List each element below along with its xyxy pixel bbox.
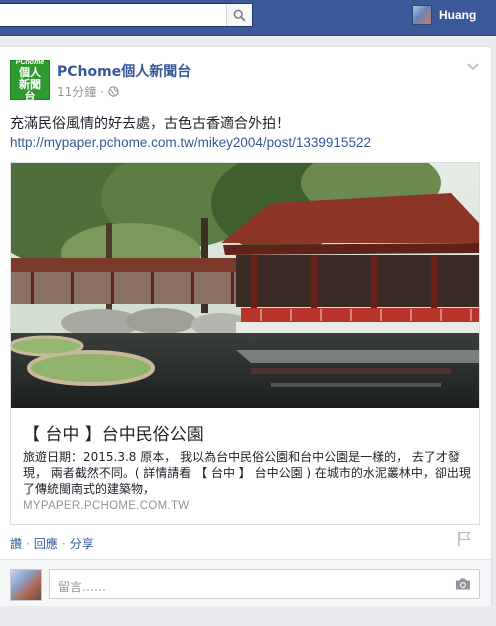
top-navigation-bar: Huang [0, 0, 496, 36]
like-button[interactable]: 讚 [10, 535, 22, 552]
preview-domain: MYPAPER.PCHOME.COM.TW [23, 500, 190, 512]
post-meta: 11分鐘 · [57, 83, 119, 100]
link-preview[interactable]: 【 台中 】台中民俗公園 旅遊日期：2015.3.8 原本， 我以為台中民俗公園… [10, 162, 480, 525]
chevron-down-icon[interactable] [467, 63, 479, 71]
flag-icon[interactable] [457, 531, 471, 547]
post-timestamp[interactable]: 11分鐘 [57, 83, 96, 100]
profile-link[interactable]: Huang [412, 4, 476, 26]
post-actions: 讚 · 回應 · 分享 [10, 535, 94, 552]
page-name-link[interactable]: PChome個人新聞台 [57, 61, 191, 81]
comment-placeholder: 留言…… [58, 580, 107, 594]
profile-name: Huang [439, 8, 477, 22]
page-logo[interactable]: PChome 個人新聞台 [10, 59, 50, 103]
post-card: PChome 個人新聞台 PChome個人新聞台 11分鐘 · 充滿民俗風情的好… [0, 46, 492, 606]
action-separator: · [61, 536, 66, 551]
preview-title[interactable]: 【 台中 】台中民俗公園 [23, 420, 204, 445]
avatar[interactable] [10, 569, 42, 601]
comment-button[interactable]: 回應 [34, 535, 58, 552]
avatar [412, 5, 432, 25]
camera-icon[interactable] [455, 577, 471, 591]
meta-separator: · [100, 84, 105, 99]
park-pavilion-photo [11, 163, 479, 408]
search-input[interactable] [0, 3, 253, 27]
globe-icon[interactable] [108, 86, 119, 97]
preview-image[interactable] [11, 163, 479, 408]
search-button[interactable] [226, 4, 252, 26]
search-icon [233, 9, 246, 21]
preview-description: 旅遊日期：2015.3.8 原本， 我以為台中民俗公園和台中公園是一樣的， 去了… [23, 450, 471, 496]
share-button[interactable]: 分享 [70, 535, 94, 552]
post-link[interactable]: http://mypaper.pchome.com.tw/mikey2004/p… [10, 135, 371, 150]
comment-composer: 留言…… [0, 559, 491, 606]
comment-input[interactable]: 留言…… [49, 569, 480, 599]
action-separator: · [26, 536, 30, 551]
logo-caption: 個人新聞台 [19, 65, 41, 103]
post-text: 充滿民俗風情的好去處，古色古香適合外拍！ [10, 116, 290, 132]
